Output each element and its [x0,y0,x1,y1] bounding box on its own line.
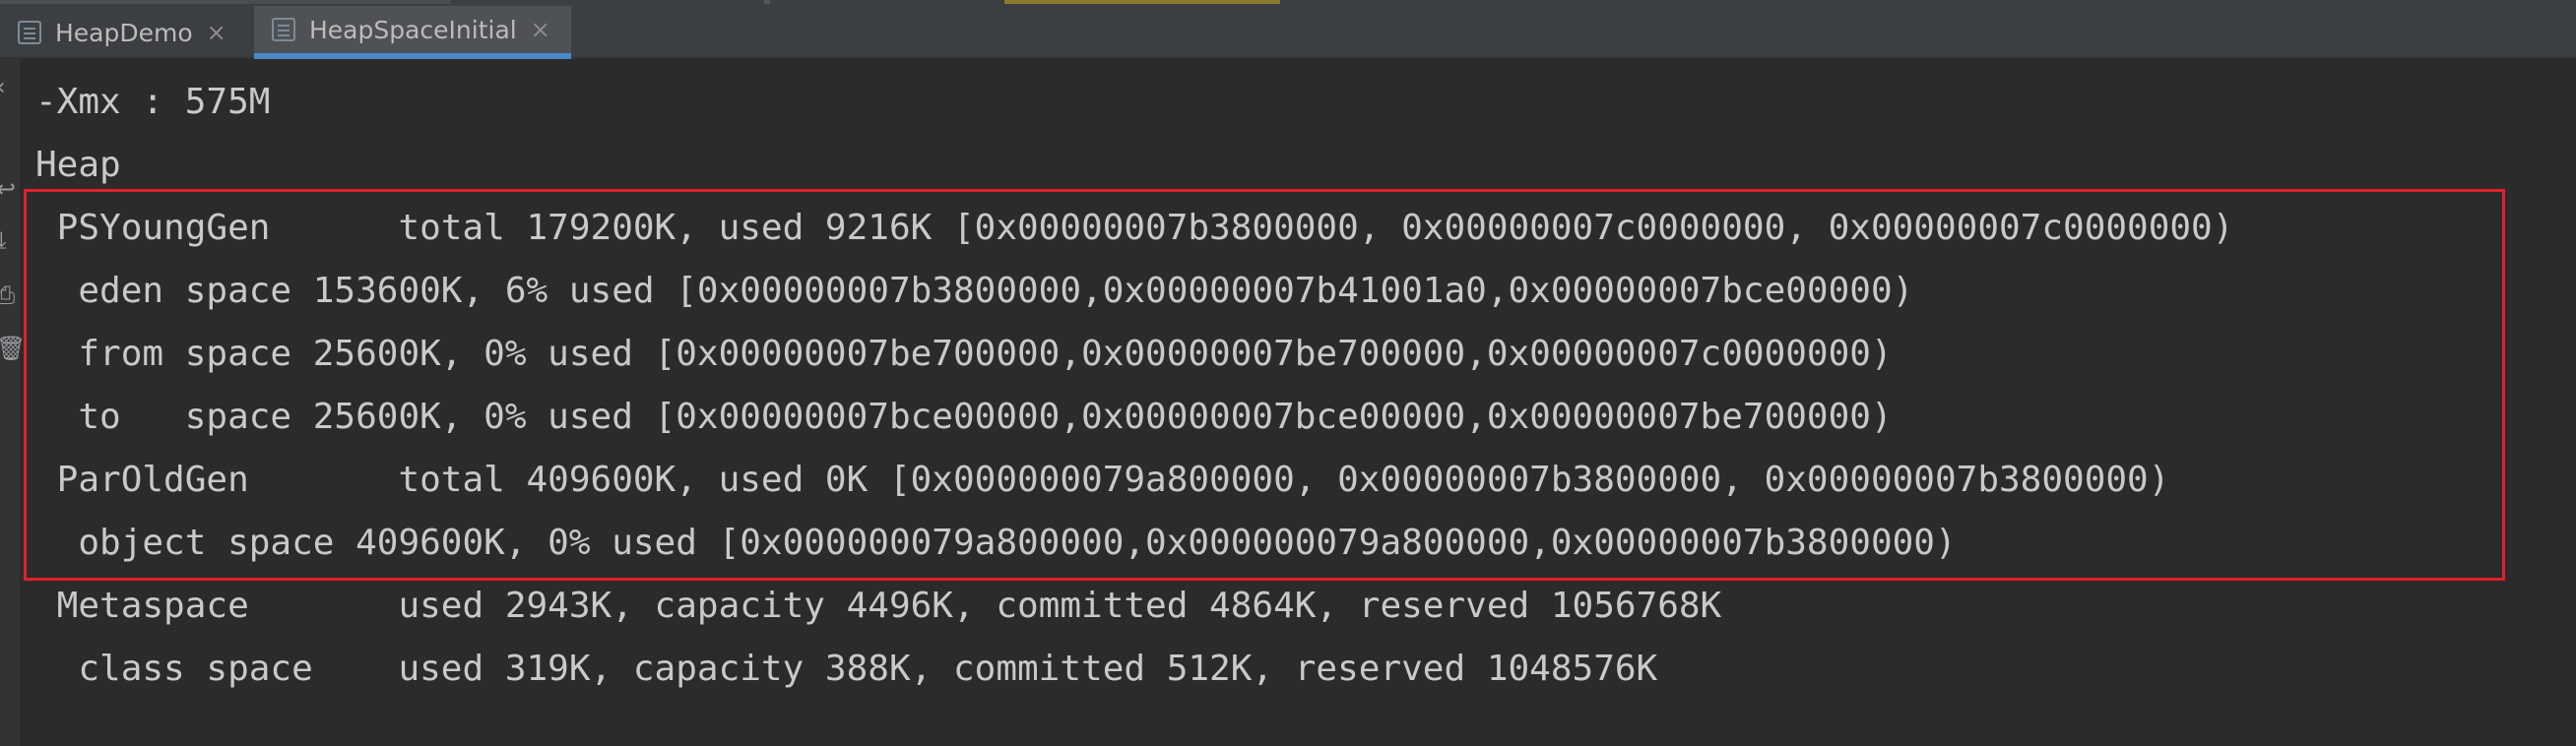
top-divider-segment [764,0,770,4]
trash-icon[interactable]: 🗑 [0,337,26,360]
tab-label: HeapDemo [55,18,193,47]
print-icon[interactable]: ⎙ [0,283,15,307]
tab-label: HeapSpaceInitial [309,15,517,44]
scroll-to-end-icon[interactable]: ⤓ [0,228,7,252]
editor-tab-bar: HeapDemo × HeapSpaceInitial × [0,0,2576,59]
tab-heapdemo[interactable]: HeapDemo × [18,6,246,59]
console-line: class space used 319K, capacity 388K, co… [35,649,1658,689]
top-progress-segment [1004,0,1280,4]
top-divider-segment [0,0,451,4]
java-file-icon [272,18,295,41]
console-line: -Xmx : 575M [35,82,271,122]
tab-heapspaceinitial[interactable]: HeapSpaceInitial × [254,6,571,59]
up-arrow-icon[interactable]: ‹ [0,75,6,98]
close-icon[interactable]: × [207,19,226,46]
close-icon[interactable]: × [531,16,550,43]
soft-wrap-icon[interactable]: ↩ [0,177,16,201]
highlight-box [24,189,2505,581]
java-file-icon [18,21,41,44]
console-toolbar: ‹ ↩ ⤓ ⎙ 🗑 [0,59,26,746]
console-line: Metaspace used 2943K, capacity 4496K, co… [35,586,1722,626]
